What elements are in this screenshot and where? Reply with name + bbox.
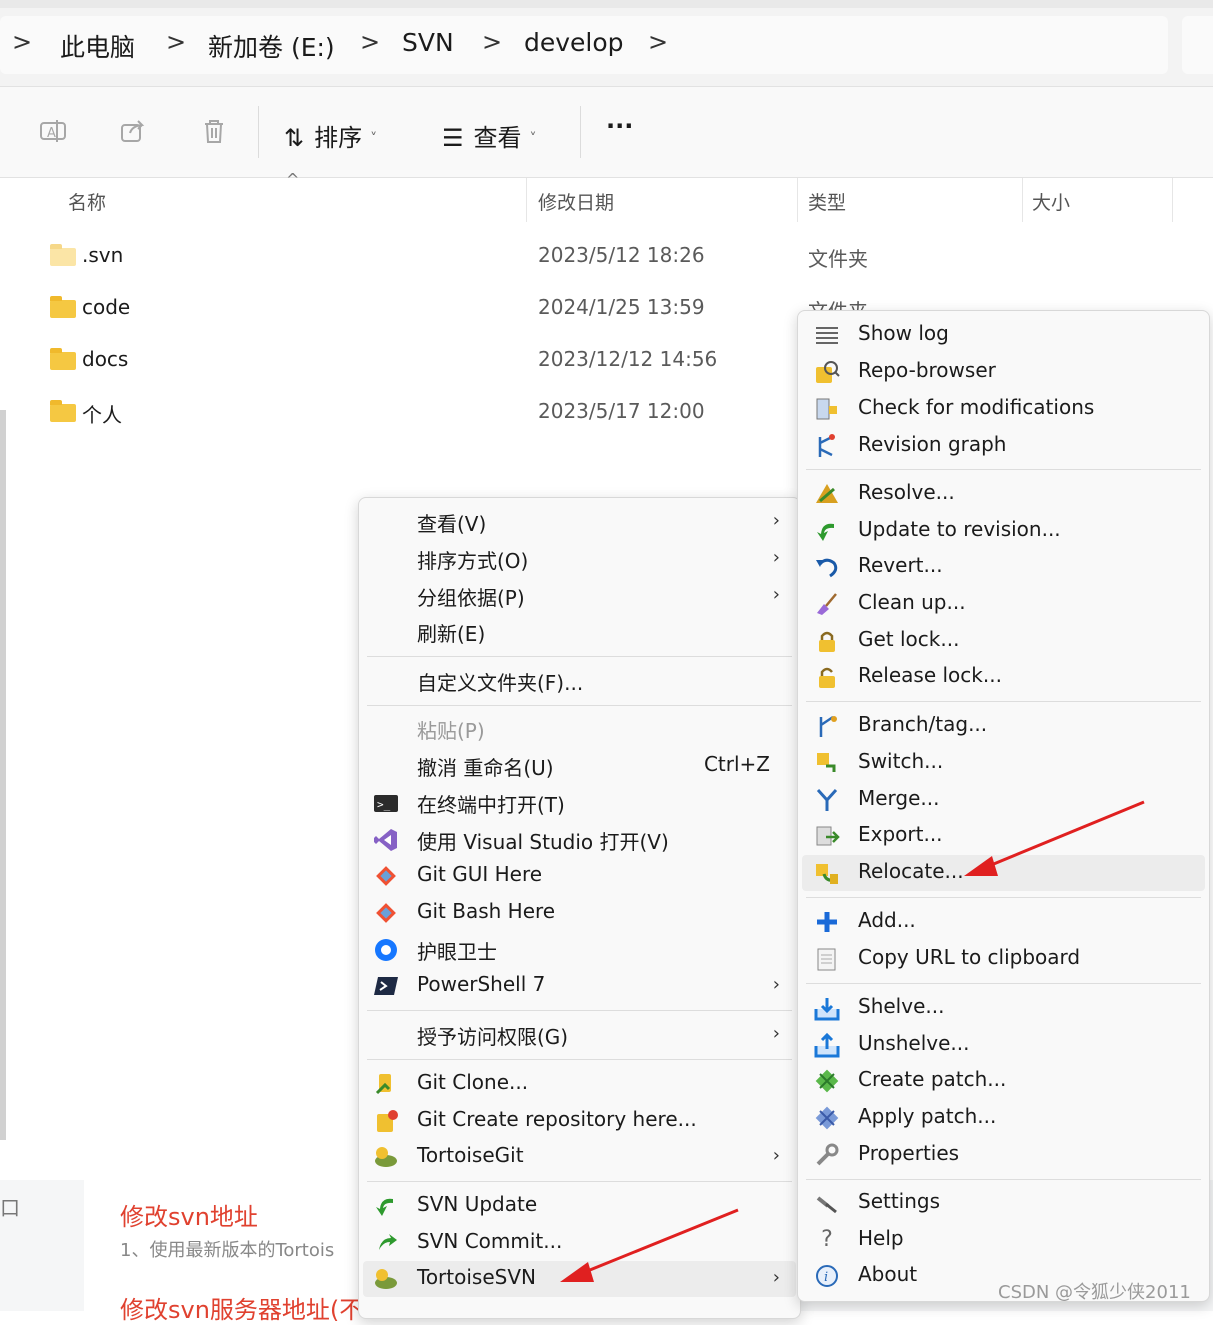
annotation-arrow-relocate (964, 800, 1145, 876)
annotation-arrow-tortoisesvn (560, 1208, 739, 1282)
watermark: CSDN @令狐少侠2011 (998, 1282, 1191, 1303)
annotation-arrows (560, 800, 1145, 1282)
